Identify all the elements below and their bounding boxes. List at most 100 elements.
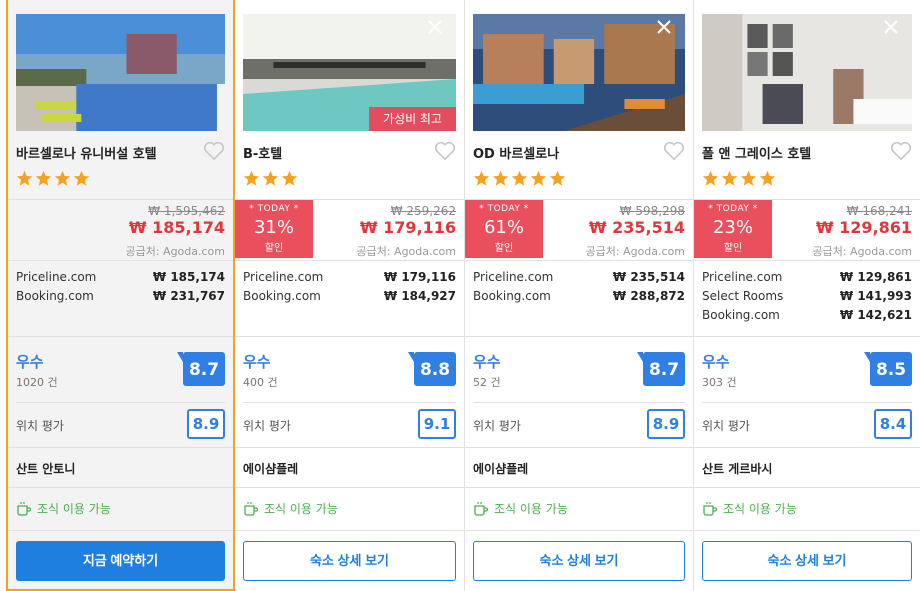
deal-price[interactable]: ₩ 235,514 — [589, 218, 685, 237]
coffee-cup-icon — [17, 501, 32, 516]
offer-amount: ₩ 231,767 — [152, 289, 225, 303]
review-score-badge[interactable]: 8.5 — [864, 352, 912, 386]
offer-row[interactable]: Priceline.com ₩ 179,116 — [243, 270, 456, 289]
offer-site: Priceline.com — [16, 270, 97, 284]
view-details-button[interactable]: 숙소 상세 보기 — [243, 541, 456, 581]
offer-site: Priceline.com — [243, 270, 324, 284]
today-label: * TODAY * — [249, 204, 299, 214]
heart-icon[interactable] — [890, 141, 912, 161]
divider — [235, 530, 464, 531]
coffee-cup-icon — [244, 501, 259, 516]
review-count[interactable]: 1020 건 — [16, 374, 58, 390]
discount-label: 할인 — [264, 243, 284, 254]
original-price: ₩ 1,595,462 — [148, 204, 225, 218]
offer-row[interactable]: Priceline.com ₩ 129,861 — [702, 270, 912, 289]
hotel-card[interactable]: 가성비 최고 B-호텔 * TODAY * 31% 할인 ₩ 259,262 ₩… — [235, 0, 465, 591]
offer-site: Priceline.com — [473, 270, 554, 284]
rating-word: 우수 — [243, 353, 271, 371]
hotel-photo[interactable] — [16, 14, 225, 131]
discount-percent: 23% — [712, 217, 753, 238]
offer-row[interactable]: Select Rooms ₩ 141,993 — [702, 289, 912, 308]
divider — [694, 530, 920, 531]
divider — [235, 487, 464, 488]
hotel-name[interactable]: 폴 앤 그레이스 호텔 — [702, 143, 811, 162]
review-score-badge[interactable]: 8.7 — [637, 352, 685, 386]
offer-site: Booking.com — [16, 289, 94, 303]
deal-price[interactable]: ₩ 179,116 — [360, 218, 456, 237]
offer-row[interactable]: Booking.com ₩ 184,927 — [243, 289, 456, 308]
hotel-name[interactable]: 바르셀로나 유니버설 호텔 — [16, 143, 157, 162]
today-label: * TODAY * — [479, 204, 529, 214]
hotel-photo[interactable] — [473, 14, 685, 131]
review-score-badge[interactable]: 8.8 — [408, 352, 456, 386]
star-icon — [740, 170, 757, 186]
close-icon[interactable] — [655, 18, 673, 36]
hotel-comparison-list: 바르셀로나 유니버설 호텔 ₩ 1,595,462 ₩ 185,174 공급처:… — [0, 0, 920, 591]
offer-list: Priceline.com ₩ 179,116 Booking.com ₩ 184,… — [243, 270, 456, 308]
divider — [694, 447, 920, 448]
view-details-button[interactable]: 숙소 상세 보기 — [702, 541, 912, 581]
offer-row[interactable]: Priceline.com ₩ 235,514 — [473, 270, 685, 289]
hotel-name[interactable]: OD 바르셀로나 — [473, 143, 559, 162]
location-score-badge: 9.1 — [418, 409, 456, 439]
coffee-cup-icon — [703, 501, 718, 516]
offer-amount: ₩ 141,993 — [839, 289, 912, 303]
star-icon — [262, 170, 279, 186]
star-rating — [243, 170, 298, 188]
neighborhood: 산트 게르바시 — [702, 462, 773, 476]
star-icon — [35, 170, 52, 186]
star-rating — [473, 170, 566, 188]
rating-word: 우수 — [473, 353, 501, 371]
divider — [235, 447, 464, 448]
offer-row[interactable]: Booking.com ₩ 231,767 — [16, 289, 225, 308]
heart-icon[interactable] — [663, 141, 685, 161]
book-now-button[interactable]: 지금 예약하기 — [16, 541, 225, 581]
offer-row[interactable]: Booking.com ₩ 288,872 — [473, 289, 685, 308]
star-icon — [530, 170, 547, 186]
offer-list: Priceline.com ₩ 185,174 Booking.com ₩ 231,… — [16, 270, 225, 308]
divider — [694, 487, 920, 488]
rating-word: 우수 — [16, 353, 44, 371]
hotel-photo[interactable] — [702, 14, 912, 131]
offer-site: Booking.com — [243, 289, 321, 303]
offer-amount: ₩ 129,861 — [839, 270, 912, 284]
hotel-card[interactable]: OD 바르셀로나 * TODAY * 61% 할인 ₩ 598,298 ₩ 23… — [465, 0, 694, 591]
breakfast-label: 조식 이용 가능 — [264, 502, 338, 516]
star-icon — [511, 170, 528, 186]
breakfast-info: 조식 이용 가능 — [243, 500, 338, 517]
offer-row[interactable]: Priceline.com ₩ 185,174 — [16, 270, 225, 289]
hotel-name[interactable]: B-호텔 — [243, 143, 282, 162]
breakfast-info: 조식 이용 가능 — [16, 500, 111, 517]
star-icon — [759, 170, 776, 186]
review-score-badge[interactable]: 8.7 — [177, 352, 225, 386]
heart-icon[interactable] — [203, 141, 225, 161]
divider — [8, 199, 233, 200]
hotel-photo[interactable]: 가성비 최고 — [243, 14, 456, 131]
original-price: ₩ 259,262 — [390, 204, 456, 218]
deal-price[interactable]: ₩ 129,861 — [816, 218, 912, 237]
divider — [8, 260, 233, 261]
breakfast-label: 조식 이용 가능 — [723, 502, 797, 516]
breakfast-label: 조식 이용 가능 — [37, 502, 111, 516]
offer-amount: ₩ 179,116 — [383, 270, 456, 284]
close-icon[interactable] — [882, 18, 900, 36]
offer-row[interactable]: Booking.com ₩ 142,621 — [702, 308, 912, 327]
review-count[interactable]: 400 건 — [243, 374, 278, 390]
review-count[interactable]: 52 건 — [473, 374, 501, 390]
supplier-label: 공급처: Agoda.com — [585, 245, 685, 258]
divider — [694, 336, 920, 337]
divider — [694, 260, 920, 261]
supplier-label: 공급처: Agoda.com — [812, 245, 912, 258]
location-rating-label: 위치 평가 — [243, 419, 291, 433]
hotel-card[interactable]: 폴 앤 그레이스 호텔 * TODAY * 23% 할인 ₩ 168,241 ₩… — [694, 0, 920, 591]
review-count[interactable]: 303 건 — [702, 374, 737, 390]
hotel-card-selected[interactable]: 바르셀로나 유니버설 호텔 ₩ 1,595,462 ₩ 185,174 공급처:… — [6, 0, 235, 591]
view-details-button[interactable]: 숙소 상세 보기 — [473, 541, 685, 581]
deal-price[interactable]: ₩ 185,174 — [129, 218, 225, 237]
close-icon[interactable] — [426, 18, 444, 36]
divider — [235, 336, 464, 337]
star-icon — [492, 170, 509, 186]
coffee-cup-icon — [474, 501, 489, 516]
breakfast-info: 조식 이용 가능 — [702, 500, 797, 517]
heart-icon[interactable] — [434, 141, 456, 161]
